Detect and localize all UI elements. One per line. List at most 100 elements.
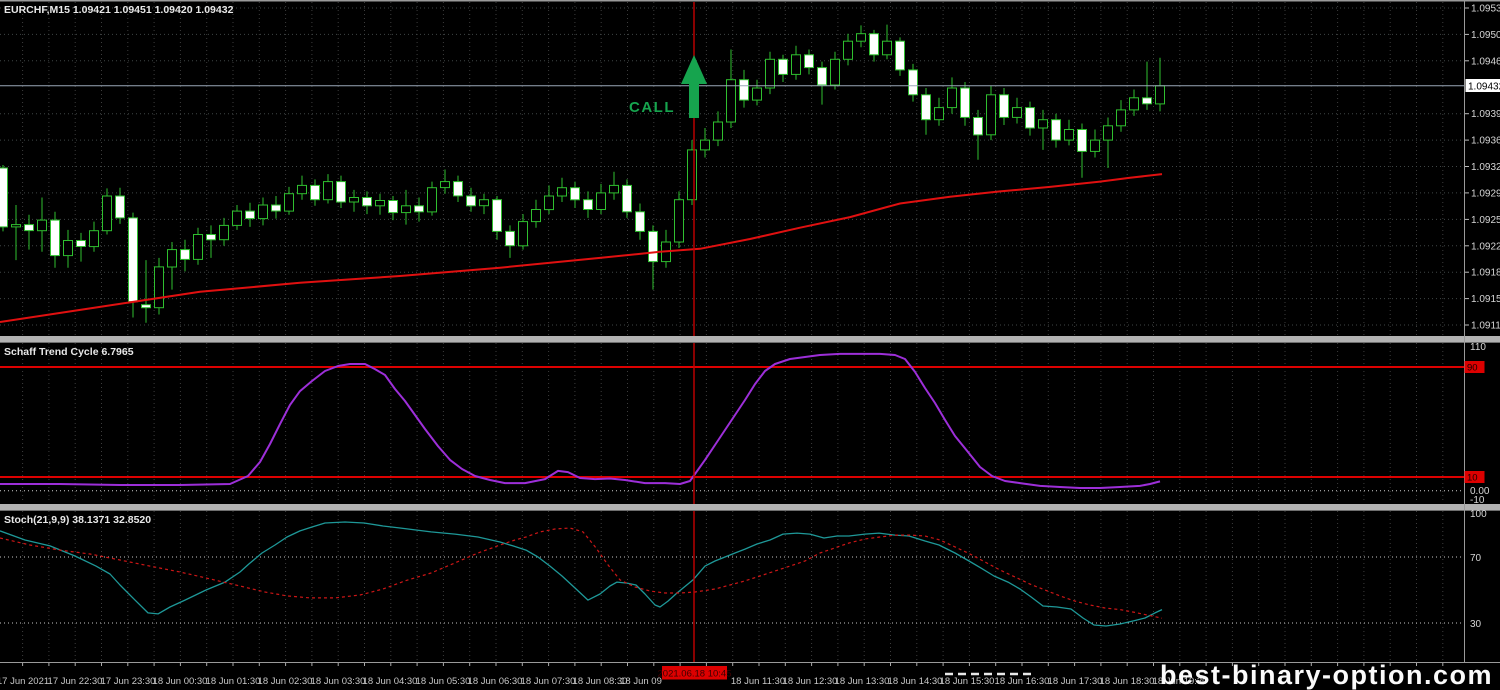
candle-body (974, 118, 983, 135)
stc-indicator-title: Schaff Trend Cycle 6.7965 (4, 346, 134, 358)
time-axis-label: 18 Jun 06:30 (468, 676, 523, 687)
candle-body (324, 182, 333, 200)
candle-body (363, 198, 372, 206)
time-axis-label: 18 Jun 05:30 (416, 676, 471, 687)
time-axis-label: 18 Jun 16:30 (995, 676, 1050, 687)
candle-body (181, 250, 190, 260)
panel-separator-edge (0, 510, 1500, 511)
candle-body (311, 185, 320, 199)
candle-body (844, 41, 853, 59)
time-axis-label: 18 Jun 02:30 (258, 676, 313, 687)
chart-background (0, 0, 1500, 690)
candle-body (961, 88, 970, 117)
candle-body (1026, 108, 1035, 128)
panel-separator-edge (0, 342, 1500, 343)
candle-body (337, 182, 346, 202)
watermark-text: best-binary-option.com (1160, 660, 1493, 690)
candle-body (532, 210, 541, 222)
time-axis-label: 18 Jun 00:30 (153, 676, 208, 687)
candle-body (454, 182, 463, 196)
candle-body (675, 200, 684, 242)
stc-upper-level-label: 90 (1467, 363, 1478, 374)
crosshair-time-label: 2021.06.18 10:45 (658, 669, 732, 680)
mt4-chart-window: 1.095351.095001.094651.093951.093601.093… (0, 0, 1500, 690)
price-scale-label: 1.09115 (1471, 321, 1500, 332)
candle-body (597, 193, 606, 210)
candle-body (116, 196, 125, 218)
candle-body (129, 218, 138, 302)
time-axis-label: 18 Jun 07:30 (521, 676, 576, 687)
panel-separator[interactable] (0, 336, 1500, 342)
candle-body (12, 225, 21, 227)
price-scale-label: 1.09325 (1471, 162, 1500, 173)
candle-body (1091, 140, 1100, 151)
candle-body (155, 267, 164, 308)
candle-body (51, 220, 60, 256)
candle-body (584, 200, 593, 210)
candle-body (558, 188, 567, 196)
stoch-scale-100: 100 (1470, 509, 1487, 520)
candle-body (259, 205, 268, 219)
candle-body (428, 188, 437, 212)
candle-body (753, 88, 762, 100)
time-axis-label: 17 Jun 2021 (0, 676, 49, 687)
candle-body (1130, 98, 1139, 110)
price-scale-label: 1.09395 (1471, 109, 1500, 120)
time-axis-label: 18 Jun 09 (620, 676, 662, 687)
candle-body (194, 235, 203, 260)
price-scale-label: 1.09535 (1471, 4, 1500, 15)
call-arrow-shaft (689, 82, 699, 118)
price-scale-label: 1.09255 (1471, 215, 1500, 226)
candle-body (909, 70, 918, 95)
candle-body (272, 205, 281, 211)
chart-canvas[interactable]: 1.095351.095001.094651.093951.093601.093… (0, 0, 1500, 690)
time-axis-label: 17 Jun 22:30 (48, 676, 103, 687)
chart-title: EURCHF,M15 1.09421 1.09451 1.09420 1.094… (4, 4, 234, 16)
candle-body (389, 201, 398, 213)
candle-body (818, 68, 827, 85)
candle-body (1117, 110, 1126, 126)
candle-body (1013, 108, 1022, 118)
time-axis-label: 18 Jun 03:30 (311, 676, 366, 687)
candle-body (1039, 120, 1048, 128)
time-axis-label: 18 Jun 13:30 (835, 676, 890, 687)
panel-separator[interactable] (0, 504, 1500, 510)
stoch-scale-30: 30 (1470, 619, 1482, 630)
candle-body (519, 222, 528, 246)
window-top-border (0, 0, 1500, 2)
candle-body (948, 88, 957, 108)
candle-body (376, 201, 385, 206)
call-signal-label: CALL (629, 99, 675, 116)
candle-body (922, 95, 931, 120)
candle-body (441, 182, 450, 188)
candle-body (571, 188, 580, 200)
candle-body (1156, 86, 1165, 104)
time-axis-label: 18 Jun 15:30 (940, 676, 995, 687)
candle-body (688, 150, 697, 200)
candle-body (1065, 130, 1074, 141)
candle-body (792, 55, 801, 75)
stoch-indicator-title: Stoch(21,9,9) 38.1371 32.8520 (4, 514, 151, 526)
candle-body (506, 231, 515, 245)
candle-body (987, 95, 996, 135)
candle-body (610, 185, 619, 193)
candle-body (1104, 126, 1113, 140)
candle-body (636, 212, 645, 232)
time-axis-label: 18 Jun 12:30 (783, 676, 838, 687)
time-axis-label: 18 Jun 11:30 (731, 676, 785, 687)
current-price-label: 1.09432 (1468, 82, 1500, 93)
candle-body (220, 225, 229, 239)
candle-body (168, 250, 177, 267)
candle-body (285, 194, 294, 211)
candle-body (545, 196, 554, 210)
price-scale-label: 1.09290 (1471, 188, 1500, 199)
time-axis-label: 18 Jun 01:30 (206, 676, 261, 687)
candle-body (350, 198, 359, 203)
candle-body (1143, 98, 1152, 104)
price-scale-label: 1.09360 (1471, 136, 1500, 147)
price-scale-label: 1.09185 (1471, 268, 1500, 279)
candle-body (740, 80, 749, 100)
candle-body (103, 196, 112, 231)
candle-body (1078, 130, 1087, 152)
candle-body (467, 196, 476, 206)
